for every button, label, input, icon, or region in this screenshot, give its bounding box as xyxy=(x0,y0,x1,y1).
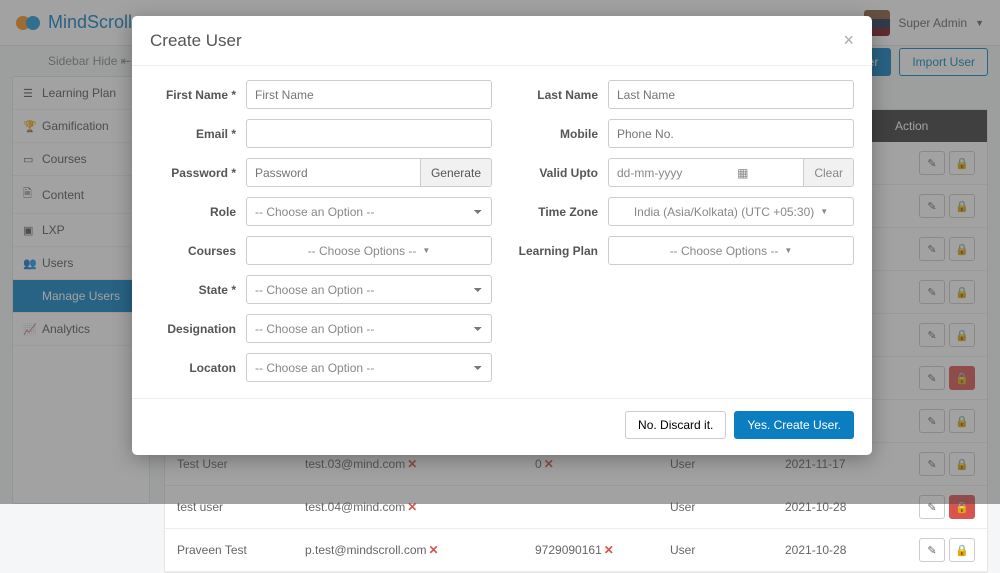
chevron-down-icon: ▼ xyxy=(784,246,792,255)
label-valid-upto: Valid Upto xyxy=(512,166,608,180)
label-first-name: First Name * xyxy=(150,88,246,102)
clear-date-button[interactable]: Clear xyxy=(803,159,853,186)
chevron-down-icon: ▼ xyxy=(422,246,430,255)
label-courses: Courses xyxy=(150,244,246,258)
valid-upto-date[interactable]: dd-mm-yyyy ▦ Clear xyxy=(608,158,854,187)
edit-button[interactable]: ✎ xyxy=(919,538,945,562)
last-name-input[interactable] xyxy=(608,80,854,109)
discard-button[interactable]: No. Discard it. xyxy=(625,411,726,439)
state-select[interactable]: -- Choose an Option -- xyxy=(246,275,492,304)
confirm-create-button[interactable]: Yes. Create User. xyxy=(734,411,854,439)
x-icon: ✕ xyxy=(429,543,439,557)
label-role: Role xyxy=(150,205,246,219)
first-name-input[interactable] xyxy=(246,80,492,109)
cell-email: p.test@mindscroll.com✕ xyxy=(305,543,535,557)
calendar-icon: ▦ xyxy=(729,166,756,180)
cell-role: User xyxy=(670,543,785,557)
cell-name: Praveen Test xyxy=(177,543,305,557)
generate-password-button[interactable]: Generate xyxy=(421,158,492,187)
courses-multiselect[interactable]: -- Choose Options --▼ xyxy=(246,236,492,265)
role-select[interactable]: -- Choose an Option -- xyxy=(246,197,492,226)
label-email: Email * xyxy=(150,127,246,141)
pencil-icon: ✎ xyxy=(927,544,936,557)
cell-mobile: 9729090161✕ xyxy=(535,543,670,557)
mobile-input[interactable] xyxy=(608,119,854,148)
label-password: Password * xyxy=(150,166,246,180)
label-designation: Designation xyxy=(150,322,246,336)
cell-date: 2021-10-28 xyxy=(785,543,885,557)
password-input[interactable] xyxy=(246,158,421,187)
x-icon: ✕ xyxy=(604,543,614,557)
date-placeholder: dd-mm-yyyy xyxy=(617,166,682,180)
designation-select[interactable]: -- Choose an Option -- xyxy=(246,314,492,343)
label-time-zone: Time Zone xyxy=(512,205,608,219)
label-last-name: Last Name xyxy=(512,88,608,102)
modal-title: Create User xyxy=(150,31,242,51)
learning-plan-multiselect[interactable]: -- Choose Options --▼ xyxy=(608,236,854,265)
table-row: Praveen Testp.test@mindscroll.com✕972909… xyxy=(165,529,987,572)
timezone-select[interactable]: India (Asia/Kolkata) (UTC +05:30)▼ xyxy=(608,197,854,226)
label-mobile: Mobile xyxy=(512,127,608,141)
label-learning-plan: Learning Plan xyxy=(512,244,608,258)
lock-icon: 🔒 xyxy=(955,544,969,557)
create-user-modal: Create User × First Name * Email * Passw… xyxy=(132,16,872,455)
chevron-down-icon: ▼ xyxy=(820,207,828,216)
label-state: State * xyxy=(150,283,246,297)
close-icon[interactable]: × xyxy=(843,30,854,51)
email-input[interactable] xyxy=(246,119,492,148)
lock-button[interactable]: 🔒 xyxy=(949,538,975,562)
location-select[interactable]: -- Choose an Option -- xyxy=(246,353,492,382)
label-location: Locaton xyxy=(150,361,246,375)
